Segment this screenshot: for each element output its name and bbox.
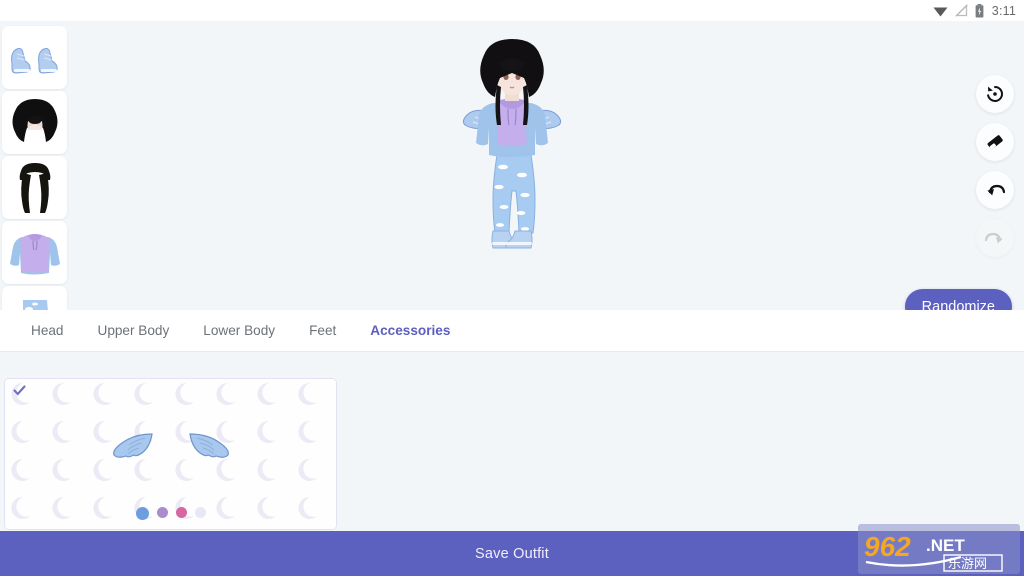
eraser-button[interactable] <box>976 123 1014 161</box>
swatch-blue[interactable] <box>135 507 149 520</box>
thumb-hoodie[interactable] <box>2 221 67 284</box>
randomize-button[interactable]: Randomize <box>904 289 1012 310</box>
thumb-cloud-pants[interactable] <box>2 286 67 310</box>
tab-lower-body[interactable]: Lower Body <box>186 310 292 352</box>
app-root: Randomize Head Upper Body Lower Body Fee… <box>0 21 1024 531</box>
preview-stage: Randomize <box>0 21 1024 310</box>
tab-upper-body[interactable]: Upper Body <box>81 310 187 352</box>
item-card-angel-wings[interactable] <box>4 378 337 530</box>
save-outfit-button[interactable]: Save Outfit <box>0 531 1024 576</box>
item-preview-angel-wings <box>5 431 336 459</box>
battery-charging-icon <box>975 3 984 18</box>
redo-button[interactable] <box>976 219 1014 257</box>
wifi-icon <box>933 5 948 17</box>
avatar-preview[interactable] <box>437 37 587 310</box>
category-tabs: Head Upper Body Lower Body Feet Accessor… <box>0 310 1024 352</box>
status-bar: 3:11 <box>0 0 1024 21</box>
signal-off-icon <box>954 4 968 17</box>
reset-button[interactable] <box>976 75 1014 113</box>
swatch-purple[interactable] <box>156 507 168 518</box>
undo-button[interactable] <box>976 171 1014 209</box>
tab-head[interactable]: Head <box>14 310 81 352</box>
thumb-sneakers[interactable] <box>2 26 67 89</box>
tool-column <box>976 75 1014 257</box>
tab-accessories[interactable]: Accessories <box>353 310 467 352</box>
status-time: 3:11 <box>991 3 1016 18</box>
color-swatch-row <box>5 507 336 520</box>
tab-feet[interactable]: Feet <box>292 310 353 352</box>
swatch-pink[interactable] <box>175 507 187 518</box>
selected-check-icon <box>13 385 26 396</box>
thumb-afro-hair[interactable] <box>2 91 67 154</box>
thumb-long-hair[interactable] <box>2 156 67 219</box>
item-grid <box>0 352 1024 531</box>
worn-items-rail[interactable] <box>0 21 70 310</box>
swatch-white[interactable] <box>194 507 206 518</box>
